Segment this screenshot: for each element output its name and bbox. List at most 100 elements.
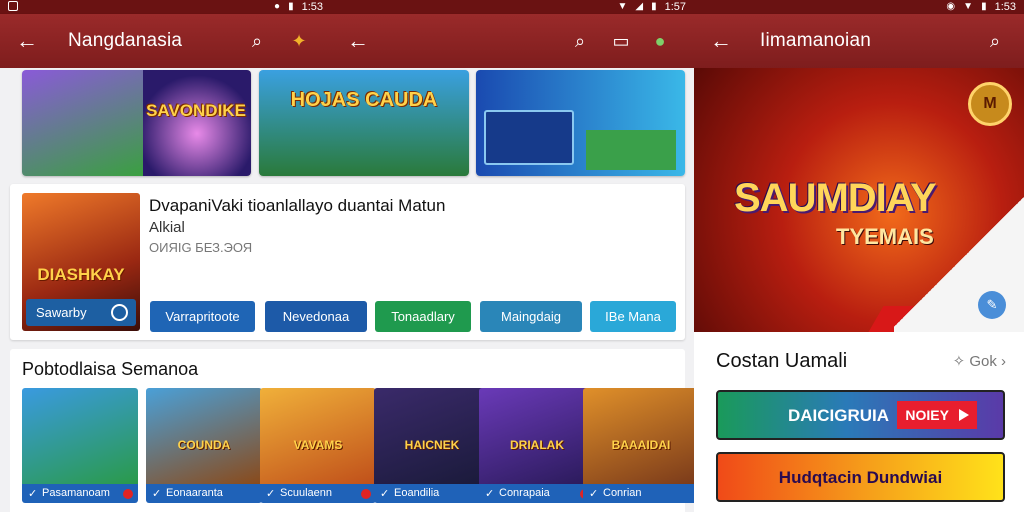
sparkle-icon: ✧	[952, 353, 966, 370]
heart-icon[interactable]	[123, 489, 133, 499]
game-tile-name: Pasamanoam	[42, 487, 110, 499]
search-icon[interactable]: ⌕	[246, 30, 268, 52]
wifi-icon: ▼	[963, 1, 974, 12]
app-bar: ← Nangdanasia ⌕ ✦	[0, 14, 331, 68]
featured-app-image: DIASHKAY Sawarby	[22, 193, 140, 331]
game-tile-label: Scuulaenn	[260, 484, 376, 503]
signal-icon: ◢	[635, 1, 644, 12]
game-tile-name: Conrapaia	[499, 487, 550, 499]
gallery-icon	[8, 1, 18, 11]
category-chip[interactable]: IBe Mana	[590, 301, 676, 332]
game-tile-art	[260, 388, 376, 484]
game-controller-icon[interactable]: ●	[649, 30, 671, 52]
hero-badge: M	[968, 82, 1012, 126]
banner-card[interactable]	[476, 70, 685, 176]
phone-screen-right: ◉ ▼ ▮ 1:53 ← Iimamanoian ⌕ M SAUMDIAY TY…	[694, 0, 1024, 512]
banner-art	[143, 70, 251, 176]
app-title: Nangdanasia	[68, 30, 183, 51]
featured-image-title: DIASHKAY	[37, 265, 125, 284]
battery-icon: ▮	[288, 1, 294, 12]
app-bar: ← Iimamanoian ⌕	[694, 14, 1024, 68]
install-button[interactable]: Sawarby	[26, 299, 136, 326]
category-chip[interactable]: Tonaadlary	[375, 301, 471, 332]
back-arrow-icon[interactable]: ←	[16, 30, 42, 52]
game-tile-title: VAVAMS	[293, 438, 343, 452]
status-time: 1:53	[994, 1, 1016, 13]
edit-icon[interactable]: ✎	[978, 291, 1006, 319]
banner-art	[22, 70, 143, 176]
game-tile-title: BAAAIDAI	[611, 438, 671, 452]
banner-title: SAVONDIKE	[146, 101, 246, 120]
game-tile-label: Conrian	[583, 484, 699, 503]
alarm-icon: ◉	[946, 1, 956, 12]
game-tile[interactable]: COUNDA Eonaaranta ✓	[146, 388, 262, 503]
check-icon: ✓	[152, 488, 162, 500]
install-button-label: Sawarby	[36, 305, 87, 320]
button-tag: NOIEY	[897, 401, 977, 429]
check-icon: ✓	[266, 488, 276, 500]
game-tile-label: Eonaaranta	[146, 484, 262, 503]
games-section: Pobtodlaisa Semanoa Pasamanoam ✓ COUNDA Eon…	[10, 349, 699, 512]
search-icon[interactable]: ⌕	[569, 30, 591, 52]
game-tile-label: Conrapaia	[479, 484, 595, 503]
heart-icon[interactable]	[361, 489, 371, 499]
status-bar: ▼ ◢ ▮ 1:57	[331, 0, 694, 14]
game-tile-label: Pasamanoam	[22, 484, 138, 503]
back-arrow-icon[interactable]: ←	[710, 30, 736, 52]
hero-banner[interactable]: M SAUMDIAY TYEMAIS ✎	[694, 68, 1024, 332]
primary-action-button[interactable]: DAICIGRUIA NOIEY	[716, 390, 1005, 440]
back-arrow-icon[interactable]: ←	[347, 30, 373, 52]
wifi-icon: ▼	[617, 1, 628, 12]
check-icon: ✓	[589, 488, 599, 500]
section-title: Pobtodlaisa Semanoa	[22, 359, 199, 379]
category-chip[interactable]: Varrapritoote	[150, 301, 255, 332]
chat-icon[interactable]: ▭	[610, 30, 632, 52]
game-tile[interactable]: DRIALAK Conrapaia ✓	[479, 388, 595, 503]
chevron-right-icon: ›	[1001, 353, 1006, 370]
game-tile[interactable]: BAAAIDAI Conrian ✓	[583, 388, 699, 503]
game-tile[interactable]: Pasamanoam ✓	[22, 388, 138, 503]
category-chip[interactable]: Maingdaig	[480, 301, 582, 332]
see-more-link[interactable]: ✧ Gok ›	[953, 352, 1006, 370]
game-tile-label: Eoandilia	[374, 484, 490, 503]
search-icon[interactable]: ⌕	[984, 30, 1006, 52]
game-tile-art	[583, 388, 699, 484]
game-tile-art	[22, 388, 138, 484]
app-developer: Alkial	[149, 219, 185, 236]
category-chip[interactable]: Nevedonaa	[265, 301, 367, 332]
banner-card[interactable]: SAVONDIKE	[22, 70, 251, 176]
game-tile-title: DRIALAK	[510, 438, 564, 452]
secondary-action-button[interactable]: Hudqtacin Dundwiai	[716, 452, 1005, 502]
signal-icon: ●	[274, 1, 281, 12]
status-bar: ● ▮ 1:53	[0, 0, 331, 14]
store-content: SAVONDIKE HOJAS CAUDA DIASHKAY Sawarby D…	[0, 68, 699, 512]
game-tile-title: HAICNEK	[404, 438, 460, 452]
app-title: Iimamanoian	[760, 30, 871, 51]
game-tile-name: Eoandilia	[394, 487, 440, 499]
see-more-label: Gok	[969, 353, 997, 370]
app-name: DvapaniVaki tioanlallayo duantai Matun	[149, 196, 446, 215]
game-tile-name: Scuulaenn	[280, 487, 332, 499]
banner-art	[586, 130, 676, 170]
shield-icon	[111, 304, 128, 321]
featured-app-card[interactable]: DIASHKAY Sawarby DvapaniVaki tioanlallay…	[10, 184, 685, 340]
battery-icon: ▮	[981, 1, 987, 12]
banner-title: HOJAS CAUDA	[290, 89, 438, 111]
banner-art	[484, 110, 574, 165]
game-tile[interactable]: VAVAMS Scuulaenn ✓	[260, 388, 376, 503]
game-tile-title: COUNDA	[177, 438, 231, 452]
game-tile-name: Conrian	[603, 487, 642, 499]
status-time: 1:57	[664, 1, 686, 13]
battery-icon: ▮	[651, 1, 657, 12]
game-tile-art	[479, 388, 595, 484]
banner-card[interactable]: HOJAS CAUDA	[259, 70, 469, 176]
game-tile-name: Eonaaranta	[166, 487, 223, 499]
check-icon: ✓	[380, 488, 390, 500]
button-label: Hudqtacin Dundwiai	[778, 468, 943, 487]
app-meta: ОИЯIG БЕЗ.ЭОЯ	[149, 240, 253, 255]
game-tile-art	[374, 388, 490, 484]
lightbulb-icon[interactable]: ✦	[288, 30, 310, 52]
game-tile[interactable]: HAICNEK Eoandilia ✓	[374, 388, 490, 503]
check-icon: ✓	[28, 488, 38, 500]
game-tile-art	[146, 388, 262, 484]
